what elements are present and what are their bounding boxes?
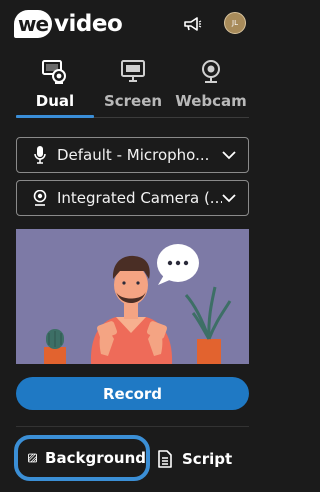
microphone-icon [33,146,47,164]
background-button-label: Background [45,449,146,467]
logo-we: we [17,12,49,36]
tab-screen-label: Screen [103,92,163,110]
chevron-down-icon [222,151,236,160]
megaphone-icon[interactable] [182,14,202,34]
avatar[interactable]: JL [224,12,246,34]
top-bar: we video JL [0,0,265,48]
microphone-select[interactable]: Default - Micropho... [16,137,249,173]
tab-webcam[interactable]: Webcam [172,52,250,114]
background-pattern-icon [28,453,37,463]
presenter-illustration [44,244,232,364]
webcam-icon [196,56,226,86]
tab-screen[interactable]: Screen [94,52,172,114]
dual-screen-webcam-icon [40,56,70,86]
cactus-plant [44,329,66,364]
recording-mode-tabs: Dual Screen Webcam [0,52,265,118]
webcam-icon [33,189,47,207]
recording-preview [16,229,249,364]
tab-webcam-label: Webcam [175,92,247,110]
potted-plant [184,286,232,364]
logo-text: video [54,11,123,37]
script-button-label: Script [182,450,233,468]
record-button[interactable]: Record [16,377,249,410]
camera-select-value: Integrated Camera (... [57,189,222,207]
monitor-icon [118,56,148,86]
divider [16,426,249,427]
tab-dual-label: Dual [35,92,75,110]
chevron-down-icon [222,194,236,203]
camera-select[interactable]: Integrated Camera (... [16,180,249,216]
wevideo-logo: we video [14,8,123,40]
active-tab-indicator [16,115,94,118]
logo-badge: we [14,10,52,38]
microphone-select-value: Default - Micropho... [57,146,210,164]
background-button[interactable]: Background [14,435,150,481]
tab-dual[interactable]: Dual [16,52,94,114]
speech-bubble [157,244,199,285]
document-icon [158,450,172,468]
script-button[interactable]: Script [158,447,232,471]
